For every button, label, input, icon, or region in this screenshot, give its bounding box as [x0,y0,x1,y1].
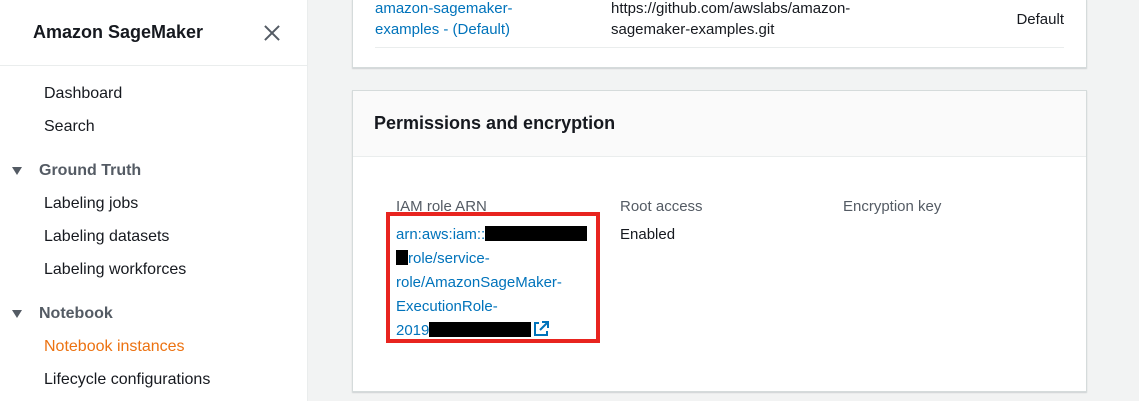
sidebar-section-notebook[interactable]: Notebook [12,305,113,323]
sidebar-item-notebook-instances[interactable]: Notebook instances [44,338,185,356]
sidebar-header: Amazon SageMaker [0,0,307,66]
encryption-key-label: Encryption key [843,198,942,215]
repository-link-line: examples - (Default) [375,21,511,38]
sidebar-item-labeling-workforces[interactable]: Labeling workforces [44,261,186,279]
close-icon[interactable] [261,22,283,44]
permissions-header: Permissions and encryption [353,91,1086,157]
sidebar-item-labeling-jobs[interactable]: Labeling jobs [44,195,138,213]
sidebar-section-label: Ground Truth [39,162,142,179]
repository-url-line: https://github.com/awslabs/amazon- [611,0,851,17]
section-title: Permissions and encryption [374,113,616,133]
sidebar-item-labeling-datasets[interactable]: Labeling datasets [44,228,169,246]
highlight-annotation [386,212,600,343]
sidebar-title: Amazon SageMaker [33,22,204,42]
repository-url: https://github.com/awslabs/amazon- sagem… [611,0,911,40]
root-access-value: Enabled [620,226,676,243]
repository-link-line: amazon-sagemaker- [375,0,513,17]
git-repositories-card: amazon-sagemaker- examples - (Default) h… [352,0,1087,68]
sidebar-item-lifecycle-configurations[interactable]: Lifecycle configurations [44,371,210,389]
root-access-label: Root access [620,198,703,215]
repository-link[interactable]: amazon-sagemaker- examples - (Default) [375,0,575,40]
sidebar-section-label: Notebook [39,305,113,322]
repository-url-line: sagemaker-examples.git [611,21,775,38]
repository-status: Default [1016,11,1064,28]
caret-down-icon [12,310,22,318]
sidebar-item-search[interactable]: Search [44,118,95,136]
caret-down-icon [12,167,22,175]
sidebar: Amazon SageMaker Dashboard Search Ground… [0,0,308,401]
sidebar-item-dashboard[interactable]: Dashboard [44,85,122,103]
sidebar-section-ground-truth[interactable]: Ground Truth [12,162,141,180]
